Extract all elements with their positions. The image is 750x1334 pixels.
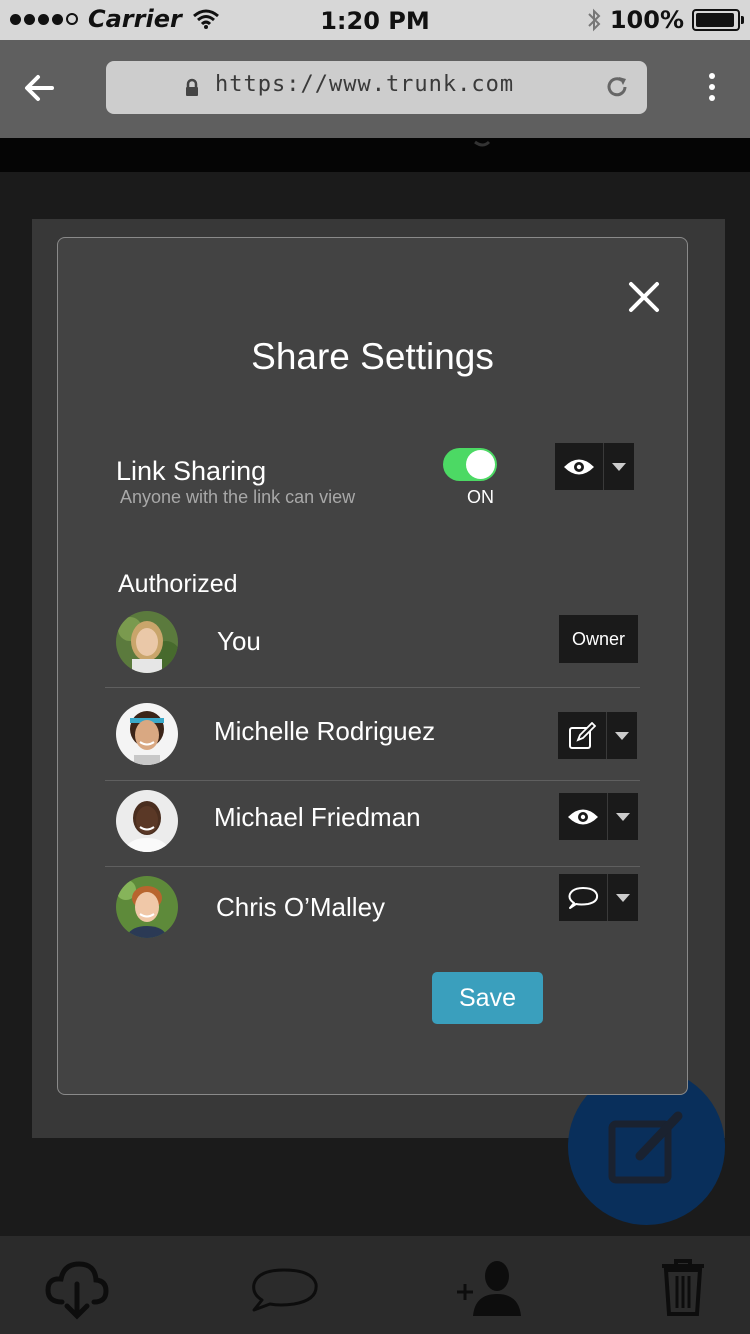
- chevron-down-icon[interactable]: [606, 712, 637, 759]
- battery-icon: [692, 9, 744, 31]
- user-permission-dropdown[interactable]: [559, 874, 638, 921]
- background-text-fragment: [474, 140, 491, 147]
- edit-icon: [569, 721, 596, 749]
- toggle-state-label: ON: [467, 487, 494, 507]
- cloud-download-icon[interactable]: [44, 1258, 110, 1322]
- divider: [105, 866, 640, 867]
- compose-icon: [608, 1111, 683, 1184]
- toggle-knob[interactable]: [466, 450, 495, 479]
- back-arrow-icon[interactable]: [22, 70, 58, 106]
- page-header-background: [0, 138, 750, 172]
- link-sharing-label: Link Sharing: [116, 456, 267, 486]
- comment-icon[interactable]: [248, 1264, 320, 1314]
- user-permission-dropdown[interactable]: [559, 793, 638, 840]
- lock-icon: [186, 78, 198, 96]
- user-name: Michael Friedman: [214, 802, 421, 832]
- modal-title: Share Settings: [251, 336, 494, 377]
- reload-icon[interactable]: [604, 74, 630, 100]
- chevron-down-icon[interactable]: [603, 443, 634, 490]
- bottom-toolbar: [0, 1236, 750, 1334]
- avatar: [116, 611, 178, 673]
- user-name: You: [217, 626, 261, 656]
- chevron-down-icon[interactable]: [607, 874, 638, 921]
- authorized-heading: Authorized: [118, 570, 238, 598]
- user-name: Chris O’Malley: [216, 892, 386, 922]
- trash-icon[interactable]: [660, 1258, 706, 1316]
- owner-role-badge: Owner: [559, 615, 638, 663]
- add-user-icon[interactable]: [455, 1258, 525, 1318]
- eye-icon: [564, 459, 594, 474]
- battery-percent: 100%: [609, 6, 684, 34]
- close-icon[interactable]: [627, 280, 661, 314]
- save-button[interactable]: Save: [432, 972, 543, 1024]
- menu-kebab-icon[interactable]: [709, 73, 715, 101]
- user-permission-dropdown[interactable]: [558, 712, 637, 759]
- divider: [105, 780, 640, 781]
- user-name: Michelle Rodriguez: [214, 716, 436, 746]
- comment-icon: [568, 886, 599, 909]
- url-text[interactable]: https://www.trunk.com: [215, 72, 514, 97]
- divider: [105, 687, 640, 688]
- link-sharing-description: Anyone with the link can view: [120, 487, 356, 507]
- bluetooth-icon: [588, 8, 601, 32]
- status-bar: Carrier 1:20 PM 100%: [0, 0, 750, 40]
- avatar: [116, 876, 178, 938]
- eye-icon: [568, 809, 598, 824]
- avatar: [116, 790, 178, 852]
- link-permission-dropdown[interactable]: [555, 443, 634, 490]
- avatar: [116, 703, 178, 765]
- chevron-down-icon[interactable]: [607, 793, 638, 840]
